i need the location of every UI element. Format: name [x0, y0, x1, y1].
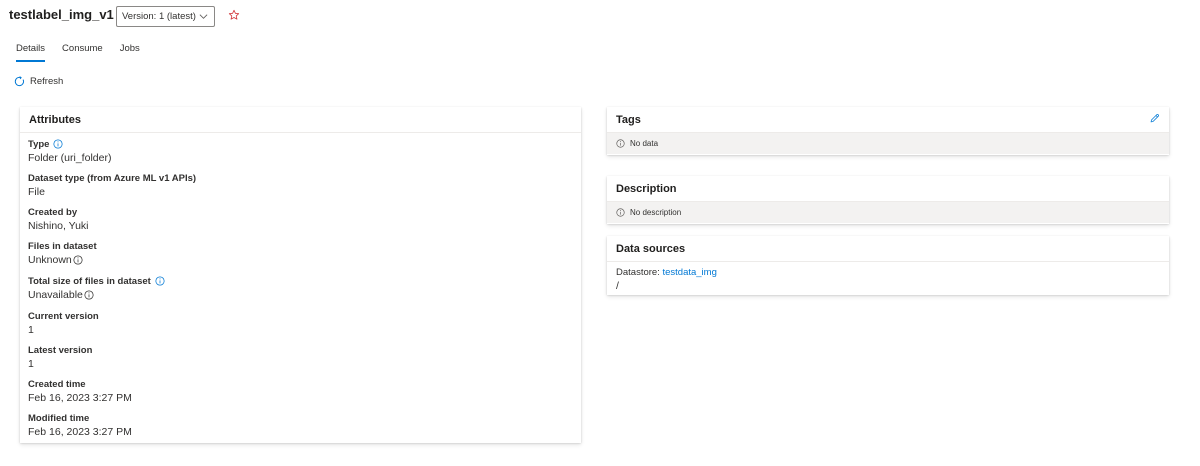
refresh-button[interactable]: Refresh: [14, 76, 63, 87]
chevron-down-icon: [199, 14, 208, 19]
datastore-label: Datastore:: [616, 267, 663, 278]
data-sources-heading: Data sources: [607, 236, 1169, 262]
description-empty-row: No description: [607, 202, 1169, 223]
datastore-path: /: [616, 280, 619, 292]
attr-dataset-type: Dataset type (from Azure ML v1 APIs) Fil…: [28, 172, 196, 199]
attr-modified-time: Modified time Feb 16, 2023 3:27 PM: [28, 412, 132, 439]
attr-value: Feb 16, 2023 3:27 PM: [28, 426, 132, 438]
tags-empty-text: No data: [630, 139, 659, 148]
attr-value: Feb 16, 2023 3:27 PM: [28, 392, 132, 404]
page-title: testlabel_img_v1: [9, 7, 114, 22]
attr-label: Type: [28, 138, 50, 150]
info-icon[interactable]: [73, 255, 83, 265]
tab-consume[interactable]: Consume: [62, 43, 103, 60]
info-icon[interactable]: [84, 290, 94, 300]
description-card: Description No description: [607, 176, 1169, 224]
attr-latest-version: Latest version 1: [28, 344, 92, 371]
attr-label: Created by: [28, 206, 78, 218]
attr-label: Modified time: [28, 412, 90, 424]
tags-card: Tags No data: [607, 107, 1169, 155]
attr-total-size: Total size of files in dataset Unavailab…: [28, 275, 165, 302]
info-icon: [616, 208, 625, 217]
info-icon: [616, 139, 625, 148]
datastore-row: Datastore: testdata_img /: [607, 262, 1169, 292]
version-dropdown[interactable]: Version: 1 (latest): [116, 6, 215, 27]
info-icon[interactable]: [155, 276, 165, 286]
attr-label: Dataset type (from Azure ML v1 APIs): [28, 172, 197, 184]
attr-label: Created time: [28, 378, 86, 390]
tab-details[interactable]: Details: [16, 43, 46, 62]
attr-value: Unknown: [28, 254, 72, 266]
attr-value: 1: [28, 358, 34, 370]
tags-heading: Tags: [616, 114, 641, 126]
attr-value: Folder (uri_folder): [28, 152, 112, 164]
attr-label: Latest version: [28, 344, 93, 356]
tab-bar: Details Consume Jobs: [16, 43, 157, 62]
attr-label: Files in dataset: [28, 240, 97, 252]
attr-value: Nishino, Yuki: [28, 220, 89, 232]
attr-created-by: Created by Nishino, Yuki: [28, 206, 89, 233]
attributes-heading: Attributes: [20, 107, 581, 133]
version-dropdown-label: Version: 1 (latest): [122, 11, 196, 22]
attr-type: Type Folder (uri_folder): [28, 138, 111, 165]
edit-icon[interactable]: [1149, 113, 1160, 124]
attr-value: Unavailable: [28, 289, 83, 301]
star-icon[interactable]: [228, 9, 240, 21]
attr-files-in-dataset: Files in dataset Unknown: [28, 240, 97, 267]
attr-value: File: [28, 186, 45, 198]
description-empty-text: No description: [630, 208, 682, 217]
refresh-label: Refresh: [30, 76, 64, 87]
description-heading: Description: [607, 176, 1169, 202]
attr-label: Total size of files in dataset: [28, 275, 151, 287]
tags-empty-row: No data: [607, 133, 1169, 154]
datastore-link[interactable]: testdata_img: [662, 267, 716, 278]
info-icon[interactable]: [53, 139, 64, 149]
refresh-icon: [14, 76, 25, 87]
attr-current-version: Current version 1: [28, 310, 99, 337]
attr-value: 1: [28, 324, 34, 336]
data-sources-card: Data sources Datastore: testdata_img /: [607, 236, 1169, 295]
tab-jobs[interactable]: Jobs: [120, 43, 140, 60]
attr-created-time: Created time Feb 16, 2023 3:27 PM: [28, 378, 132, 405]
attr-label: Current version: [28, 310, 99, 322]
attributes-card: Attributes Type Folder (uri_folder) Data…: [20, 107, 581, 443]
dataset-details-page: testlabel_img_v1 Version: 1 (latest) Det…: [0, 0, 1200, 466]
